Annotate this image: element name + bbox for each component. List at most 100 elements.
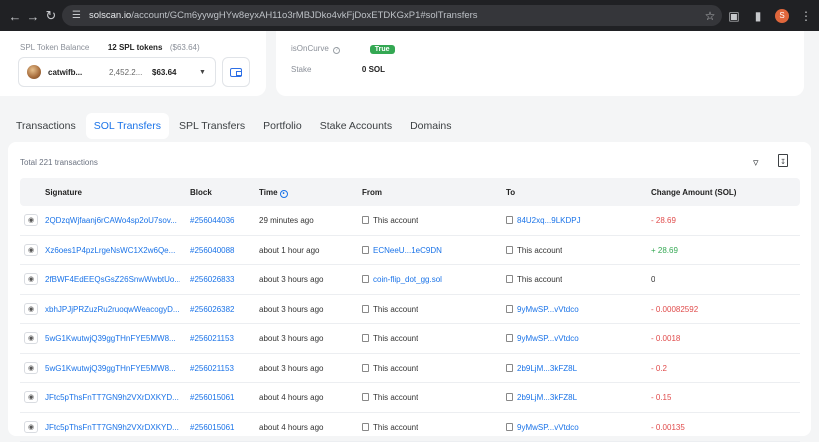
copy-icon[interactable]: [506, 334, 513, 342]
copy-icon[interactable]: [362, 275, 369, 283]
chevron-down-icon: ▼: [199, 69, 206, 76]
to-address[interactable]: 9yMwSP...vVtdco: [517, 423, 579, 432]
browser-toolbar: ← → ↻ ☰ solscan.io/account/GCm6yywgHYw8e…: [0, 0, 819, 31]
url-domain: solscan.io: [89, 10, 131, 21]
to-address: This account: [517, 246, 562, 255]
sidepanel-icon[interactable]: ▮: [751, 9, 765, 23]
to-address[interactable]: 2b9LjM...3kFZ8L: [517, 364, 577, 373]
from-address: This account: [373, 423, 418, 432]
tab-transactions[interactable]: Transactions: [8, 113, 84, 139]
signature-link[interactable]: JFtc5pThsFnTT7GN9h2VXrDXKYD...: [45, 423, 180, 432]
from-address[interactable]: coin-flip_dot_gg.sol: [373, 275, 442, 284]
copy-icon[interactable]: [506, 364, 513, 372]
view-details-icon[interactable]: ◉: [24, 362, 38, 374]
tab-sol-transfers[interactable]: SOL Transfers: [86, 113, 169, 139]
balance-card: SPL Token Balance 12 SPL tokens ($63.64)…: [0, 31, 266, 96]
filter-icon[interactable]: ▿: [753, 156, 759, 169]
info-icon[interactable]: ?: [333, 47, 340, 54]
to-address[interactable]: 9yMwSP...vVtdco: [517, 305, 579, 314]
copy-icon[interactable]: [362, 364, 369, 372]
site-info-icon[interactable]: ☰: [72, 10, 81, 21]
reload-icon[interactable]: ↻: [40, 5, 62, 27]
time-value: about 3 hours ago: [259, 364, 324, 373]
transfers-panel: Total 221 transactions ▿ ↧ Signature Blo…: [8, 142, 811, 436]
view-details-icon[interactable]: ◉: [24, 421, 38, 433]
view-details-icon[interactable]: ◉: [24, 303, 38, 315]
from-address: This account: [373, 364, 418, 373]
signature-link[interactable]: JFtc5pThsFnTT7GN9h2VXrDXKYD...: [45, 393, 180, 402]
signature-link[interactable]: 2fBWF4EdEEQsGsZ26SnwWwbtUo...: [45, 275, 180, 284]
to-address[interactable]: 9yMwSP...vVtdco: [517, 334, 579, 343]
col-block: Block: [190, 188, 212, 197]
view-details-icon[interactable]: ◉: [24, 391, 38, 403]
col-time-label: Time: [259, 188, 278, 197]
copy-icon[interactable]: [362, 334, 369, 342]
col-time: Time•: [259, 188, 288, 198]
tab-spl-transfers[interactable]: SPL Transfers: [171, 113, 253, 139]
copy-icon[interactable]: [506, 423, 513, 431]
block-link[interactable]: #256040088: [190, 246, 235, 255]
view-details-icon[interactable]: ◉: [24, 214, 38, 226]
time-value: about 4 hours ago: [259, 393, 324, 402]
block-link[interactable]: #256026833: [190, 275, 235, 284]
to-address[interactable]: 2b9LjM...3kFZ8L: [517, 393, 577, 402]
token-logo: [27, 65, 41, 79]
signature-link[interactable]: Xz6oes1P4pzLrgeNsWC1X2w6Qe...: [45, 246, 180, 255]
signature-link[interactable]: 5wG1KwutwjQ39ggTHnFYE5MW8...: [45, 334, 180, 343]
copy-icon[interactable]: [362, 393, 369, 401]
change-amount: - 28.69: [651, 216, 676, 225]
account-info-card: isOnCurve ? True Stake 0 SOL: [276, 31, 804, 96]
menu-icon[interactable]: ⋮: [799, 9, 813, 23]
from-address: This account: [373, 393, 418, 402]
tab-stake-accounts[interactable]: Stake Accounts: [312, 113, 400, 139]
bookmark-star-icon[interactable]: ☆: [703, 9, 717, 23]
change-amount: - 0.0018: [651, 334, 680, 343]
block-link[interactable]: #256021153: [190, 364, 234, 373]
wallet-button[interactable]: [222, 57, 250, 87]
copy-icon[interactable]: [506, 275, 513, 283]
copy-icon[interactable]: [362, 246, 369, 254]
block-link[interactable]: #256026382: [190, 305, 235, 314]
time-value: about 3 hours ago: [259, 305, 324, 314]
copy-icon[interactable]: [506, 305, 513, 313]
change-amount: - 0.00082592: [651, 305, 698, 314]
signature-link[interactable]: xbhJPJjPRZuzRu2ruoqwWeacogyD...: [45, 305, 180, 314]
address-bar[interactable]: ☰ solscan.io/account/GCm6yywgHYw8eyxAH11…: [62, 5, 722, 26]
view-details-icon[interactable]: ◉: [24, 244, 38, 256]
stake-label: Stake: [291, 65, 311, 74]
token-dropdown[interactable]: catwifb... 2,452.2... $63.64 ▼: [18, 57, 216, 87]
copy-icon[interactable]: [506, 246, 513, 254]
account-tabs: Transactions SOL Transfers SPL Transfers…: [0, 110, 819, 142]
tab-domains[interactable]: Domains: [402, 113, 459, 139]
time-format-icon[interactable]: •: [280, 190, 288, 198]
time-value: about 4 hours ago: [259, 423, 324, 432]
block-link[interactable]: #256015061: [190, 393, 235, 402]
table-row: ◉ 5wG1KwutwjQ39ggTHnFYE5MW8... #256021153 a…: [20, 354, 800, 384]
url-path: /account/GCm6yywgHYw8eyxAH11o3rMBJDko4vk…: [131, 10, 477, 21]
copy-icon[interactable]: [506, 216, 513, 224]
copy-icon[interactable]: [362, 423, 369, 431]
col-to: To: [506, 188, 515, 197]
signature-link[interactable]: 5wG1KwutwjQ39ggTHnFYE5MW8...: [45, 364, 180, 373]
is-on-curve-label: isOnCurve: [291, 44, 329, 53]
time-value: 29 minutes ago: [259, 216, 314, 225]
token-amount: 2,452.2...: [109, 68, 145, 77]
from-address: This account: [373, 334, 418, 343]
copy-icon[interactable]: [362, 216, 369, 224]
copy-icon[interactable]: [362, 305, 369, 313]
view-details-icon[interactable]: ◉: [24, 273, 38, 285]
to-address[interactable]: 84U2xq...9LKDPJ: [517, 216, 581, 225]
spl-balance-label: SPL Token Balance: [20, 43, 89, 52]
profile-avatar[interactable]: S: [775, 9, 789, 23]
block-link[interactable]: #256015061: [190, 423, 235, 432]
copy-icon[interactable]: [506, 393, 513, 401]
block-link[interactable]: #256044036: [190, 216, 235, 225]
view-details-icon[interactable]: ◉: [24, 332, 38, 344]
download-icon[interactable]: ↧: [778, 154, 788, 167]
time-value: about 3 hours ago: [259, 334, 324, 343]
block-link[interactable]: #256021153: [190, 334, 234, 343]
tab-portfolio[interactable]: Portfolio: [255, 113, 310, 139]
from-address[interactable]: ECNeeU...1eC9DN: [373, 246, 442, 255]
signature-link[interactable]: 2QDzqWjfaanj6rCAWo4sp2oU7sov...: [45, 216, 180, 225]
extensions-icon[interactable]: ▣: [727, 9, 741, 23]
